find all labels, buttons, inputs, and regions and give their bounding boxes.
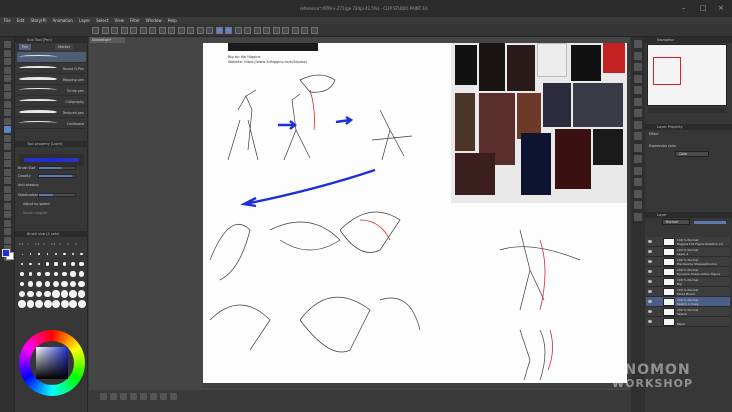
horizontal-scrollbar[interactable]	[203, 383, 627, 388]
expression-color-select[interactable]: Color	[675, 151, 709, 157]
layer-row[interactable]: 100 % Normal Sketch	[646, 307, 730, 317]
layer-name: Handsome Shapes(blocks)	[677, 262, 717, 266]
eye-icon[interactable]	[648, 270, 652, 273]
blend-mode-select[interactable]: Normal	[662, 219, 690, 225]
panel-toggle-icon[interactable]	[634, 109, 642, 117]
layer-row[interactable]: 100 % Normal Handsome Shapes(blocks)	[646, 257, 730, 267]
layer-name: Rig	[677, 282, 682, 286]
canvas-footer-icon[interactable]	[100, 393, 107, 400]
panel-toggle-icon[interactable]	[634, 189, 642, 198]
panel-toggle-icon[interactable]	[634, 143, 642, 152]
layer-name: Dynamic Poses Action Figure	[677, 272, 721, 276]
layer-list: 100 % Normal Higgins Full Figure Rotation…	[646, 237, 730, 327]
panel-toggle-icon[interactable]	[634, 74, 642, 83]
eye-icon[interactable]	[648, 250, 652, 253]
canvas-footer-icon[interactable]	[130, 393, 137, 400]
canvas-footer-icon[interactable]	[120, 393, 127, 400]
layer-thumbnail	[663, 278, 675, 286]
layer-thumbnail	[663, 318, 675, 326]
watermark-line1: GNOMON	[612, 362, 691, 378]
navigator-zoom-slider[interactable]	[648, 108, 726, 113]
canvas-footer-icon[interactable]	[140, 393, 147, 400]
layer-row[interactable]: 100 % Normal Mood Board	[646, 287, 730, 297]
layer-thumbnail	[663, 288, 675, 296]
eye-icon[interactable]	[648, 320, 652, 323]
watermark: GNOMON WORKSHOP	[612, 362, 694, 390]
panel-toggle-icon[interactable]	[634, 178, 642, 186]
layer-name: Higgins Full Figure Rotation (1)	[677, 242, 724, 246]
layer-header: Layer	[645, 212, 732, 218]
layer-thumbnail	[663, 238, 675, 246]
panel-toggle-icon[interactable]	[634, 132, 642, 140]
expression-color-label: Expression color	[649, 144, 677, 148]
layer-thumbnail	[663, 298, 675, 306]
eye-icon[interactable]	[648, 280, 652, 283]
navigator-header: Navigator	[645, 37, 732, 43]
layer-row[interactable]: Paper	[646, 317, 730, 327]
eye-icon[interactable]	[648, 260, 652, 263]
eye-icon[interactable]	[648, 310, 652, 313]
effect-label: Effect	[649, 132, 659, 136]
layer-name: Paper	[677, 322, 686, 326]
layer-name: Mood Board	[677, 292, 695, 296]
layer-name: Sketch	[677, 312, 688, 316]
canvas-footer-icon[interactable]	[110, 393, 117, 400]
eye-icon[interactable]	[648, 240, 652, 243]
canvas-footer-icon[interactable]	[150, 393, 157, 400]
panel-toggle-icon[interactable]	[634, 155, 642, 163]
panel-toggle-icon[interactable]	[634, 63, 642, 71]
layer-row[interactable]: 100 % Normal Layer 2	[646, 247, 730, 257]
eye-icon[interactable]	[648, 290, 652, 293]
panel-toggle-icon[interactable]	[634, 120, 642, 129]
layer-row[interactable]: 100 % Normal Dynamic Poses Action Figure	[646, 267, 730, 277]
canvas-footer-icon[interactable]	[170, 393, 177, 400]
panel-toggle-icon[interactable]	[634, 97, 642, 106]
canvas-footer-icon[interactable]	[160, 393, 167, 400]
layer-name: Sketch 1 Copy	[677, 302, 699, 306]
layer-row[interactable]: 100 % Normal Higgins Full Figure Rotation…	[646, 237, 730, 247]
panel-toggle-icon[interactable]	[634, 166, 642, 175]
eye-icon[interactable]	[648, 300, 652, 303]
panel-toggle-icon[interactable]	[634, 51, 642, 60]
panel-toggle-icon[interactable]	[634, 40, 642, 48]
layer-thumbnail	[663, 268, 675, 276]
layer-row[interactable]: 100 % Normal Rig	[646, 277, 730, 287]
panel-toggle-icon[interactable]	[634, 201, 642, 209]
layer-thumbnail	[663, 308, 675, 316]
layer-name: Layer 2	[677, 252, 689, 256]
panel-toggle-icon[interactable]	[634, 212, 642, 221]
layer-thumbnail	[663, 248, 675, 256]
sketch-layer	[209, 74, 581, 381]
layer-thumbnail	[663, 258, 675, 266]
watermark-line2: WORKSHOP	[612, 377, 694, 390]
navigator-viewport[interactable]	[653, 57, 681, 85]
layer-opacity-slider[interactable]	[694, 221, 726, 224]
layer-row[interactable]: 100 % Normal Sketch 1 Copy	[646, 297, 730, 307]
layer-property-header: Layer Property	[645, 124, 732, 130]
panel-toggle-icon[interactable]	[634, 86, 642, 94]
